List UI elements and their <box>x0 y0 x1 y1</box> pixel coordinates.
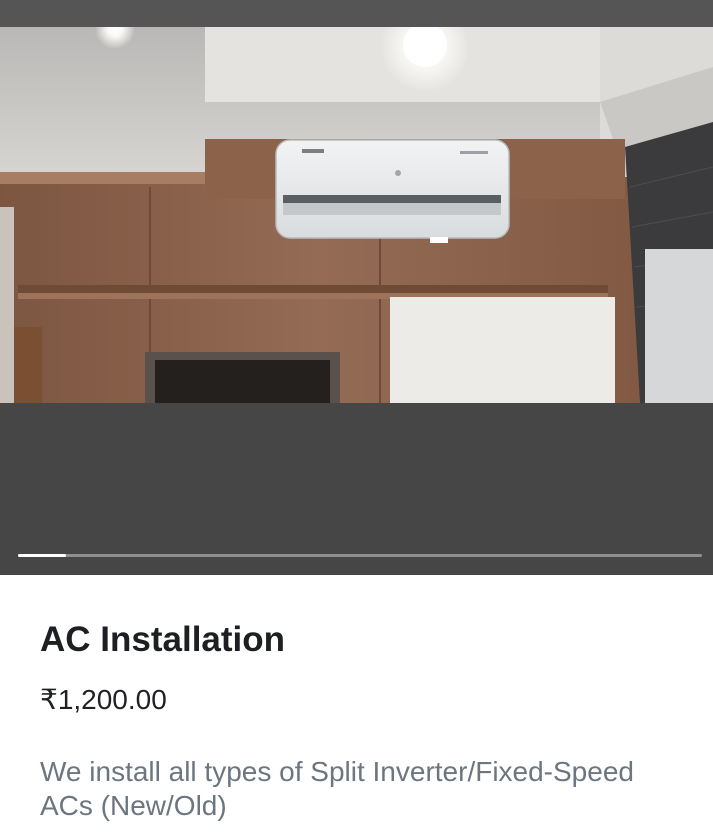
product-description: We install all types of Split Inverter/F… <box>40 756 634 821</box>
product-photo[interactable] <box>0 27 713 403</box>
image-gallery[interactable] <box>0 0 713 575</box>
ac-photo-illustration <box>0 27 713 403</box>
gallery-top-bar <box>0 0 713 27</box>
product-price: ₹1,200.00 <box>40 684 167 715</box>
product-title: AC Installation <box>40 620 286 659</box>
slide-progress-indicator <box>18 554 66 557</box>
slide-progress-track[interactable] <box>18 554 702 557</box>
